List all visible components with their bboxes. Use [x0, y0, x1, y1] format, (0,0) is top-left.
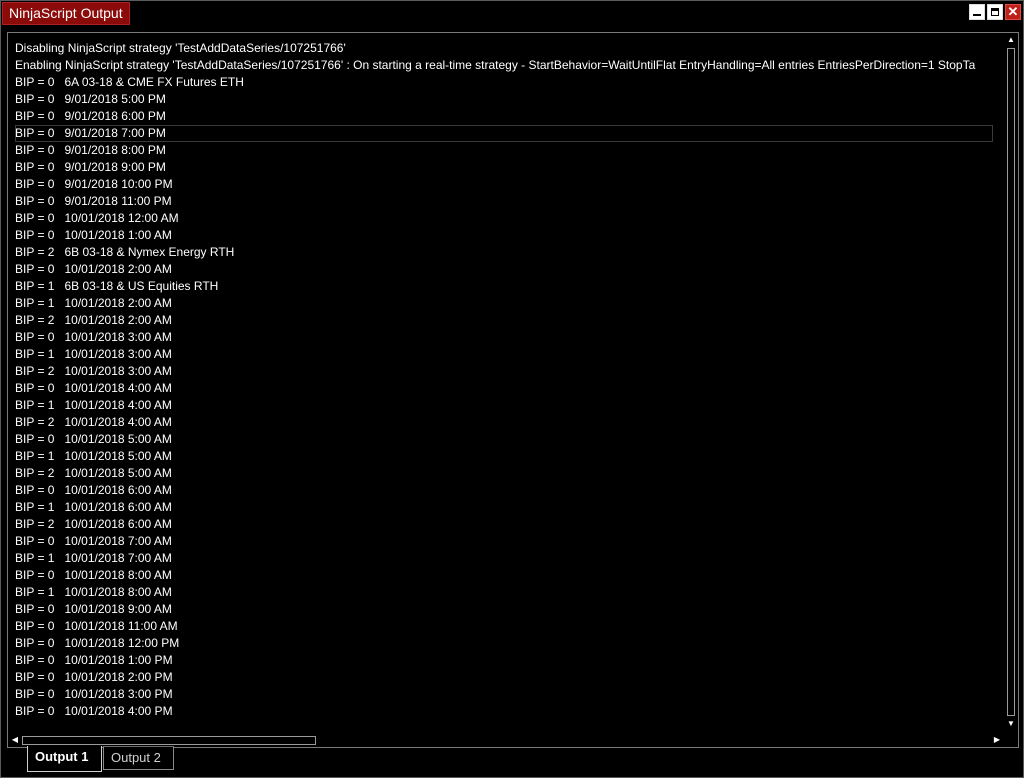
scroll-right-icon[interactable]: ▶ [991, 734, 1003, 746]
log-line: BIP = 1 10/01/2018 4:00 AM [15, 398, 172, 412]
maximize-button[interactable] [987, 4, 1003, 20]
log-line: BIP = 2 10/01/2018 2:00 AM [15, 313, 172, 327]
log-line: BIP = 2 6B 03-18 & Nymex Energy RTH [15, 245, 235, 259]
log-line: BIP = 0 10/01/2018 7:00 AM [15, 534, 172, 548]
vertical-scroll-thumb[interactable] [1007, 48, 1015, 716]
log-line: BIP = 0 10/01/2018 3:00 AM [15, 330, 172, 344]
log-line: BIP = 0 10/01/2018 6:00 AM [15, 483, 172, 497]
log-line: BIP = 0 10/01/2018 4:00 AM [15, 381, 172, 395]
log-line: BIP = 1 10/01/2018 8:00 AM [15, 585, 172, 599]
log-line: BIP = 0 9/01/2018 5:00 PM [15, 92, 166, 106]
log-line: BIP = 0 10/01/2018 2:00 AM [15, 262, 172, 276]
log-line: BIP = 0 10/01/2018 8:00 AM [15, 568, 172, 582]
ninjascript-output-window: NinjaScript Output ✕ Disabling NinjaScri… [0, 0, 1024, 778]
log-line: BIP = 2 10/01/2018 4:00 AM [15, 415, 172, 429]
log-line: BIP = 0 10/01/2018 2:00 PM [15, 670, 173, 684]
log-line: Enabling NinjaScript strategy 'TestAddDa… [15, 58, 976, 72]
log-line: BIP = 0 9/01/2018 11:00 PM [15, 194, 172, 208]
minimize-button[interactable] [969, 4, 985, 20]
log-line: BIP = 2 10/01/2018 3:00 AM [15, 364, 172, 378]
log-line: Disabling NinjaScript strategy 'TestAddD… [15, 41, 346, 55]
log-line: BIP = 0 9/01/2018 8:00 PM [15, 143, 166, 157]
log-line: BIP = 0 10/01/2018 4:00 PM [15, 704, 173, 718]
log-line: BIP = 0 6A 03-18 & CME FX Futures ETH [15, 75, 244, 89]
log-line: BIP = 0 10/01/2018 5:00 AM [15, 432, 172, 446]
log-line: BIP = 2 10/01/2018 5:00 AM [15, 466, 172, 480]
log-line: BIP = 2 10/01/2018 6:00 AM [15, 517, 172, 531]
log-line: BIP = 1 10/01/2018 6:00 AM [15, 500, 172, 514]
log-line: BIP = 1 6B 03-18 & US Equities RTH [15, 279, 219, 293]
log-line: BIP = 0 10/01/2018 12:00 PM [15, 636, 180, 650]
log-line: BIP = 0 10/01/2018 1:00 AM [15, 228, 172, 242]
window-controls: ✕ [969, 4, 1021, 20]
output-log[interactable]: Disabling NinjaScript strategy 'TestAddD… [15, 40, 1000, 728]
horizontal-scrollbar[interactable]: ◀ ▶ [9, 734, 1003, 746]
log-line: BIP = 0 9/01/2018 7:00 PM [15, 125, 993, 142]
log-line: BIP = 0 10/01/2018 11:00 AM [15, 619, 178, 633]
output-panel: Disabling NinjaScript strategy 'TestAddD… [7, 32, 1019, 748]
output-tabs: Output 1 Output 2 [27, 746, 174, 772]
log-line: BIP = 0 9/01/2018 6:00 PM [15, 109, 166, 123]
log-line: BIP = 0 10/01/2018 9:00 AM [15, 602, 172, 616]
log-line: BIP = 1 10/01/2018 2:00 AM [15, 296, 172, 310]
log-line: BIP = 0 10/01/2018 12:00 AM [15, 211, 179, 225]
log-line: BIP = 1 10/01/2018 7:00 AM [15, 551, 172, 565]
scroll-down-icon[interactable]: ▼ [1005, 718, 1017, 730]
close-button[interactable]: ✕ [1005, 4, 1021, 20]
scroll-up-icon[interactable]: ▲ [1005, 34, 1017, 46]
log-line: BIP = 1 10/01/2018 5:00 AM [15, 449, 172, 463]
log-line: BIP = 0 9/01/2018 10:00 PM [15, 177, 173, 191]
vertical-scrollbar[interactable]: ▲ ▼ [1005, 34, 1017, 730]
log-line: BIP = 0 10/01/2018 1:00 PM [15, 653, 173, 667]
window-title: NinjaScript Output [2, 2, 130, 25]
tab-output-2[interactable]: Output 2 [103, 746, 174, 770]
log-line: BIP = 0 9/01/2018 9:00 PM [15, 160, 166, 174]
log-line: BIP = 0 10/01/2018 3:00 PM [15, 687, 173, 701]
tab-output-1[interactable]: Output 1 [27, 746, 102, 772]
title-bar[interactable]: NinjaScript Output ✕ [1, 1, 1023, 25]
close-icon: ✕ [1007, 4, 1019, 19]
horizontal-scroll-thumb[interactable] [22, 736, 316, 745]
scroll-left-icon[interactable]: ◀ [9, 734, 21, 746]
log-line: BIP = 1 10/01/2018 3:00 AM [15, 347, 172, 361]
